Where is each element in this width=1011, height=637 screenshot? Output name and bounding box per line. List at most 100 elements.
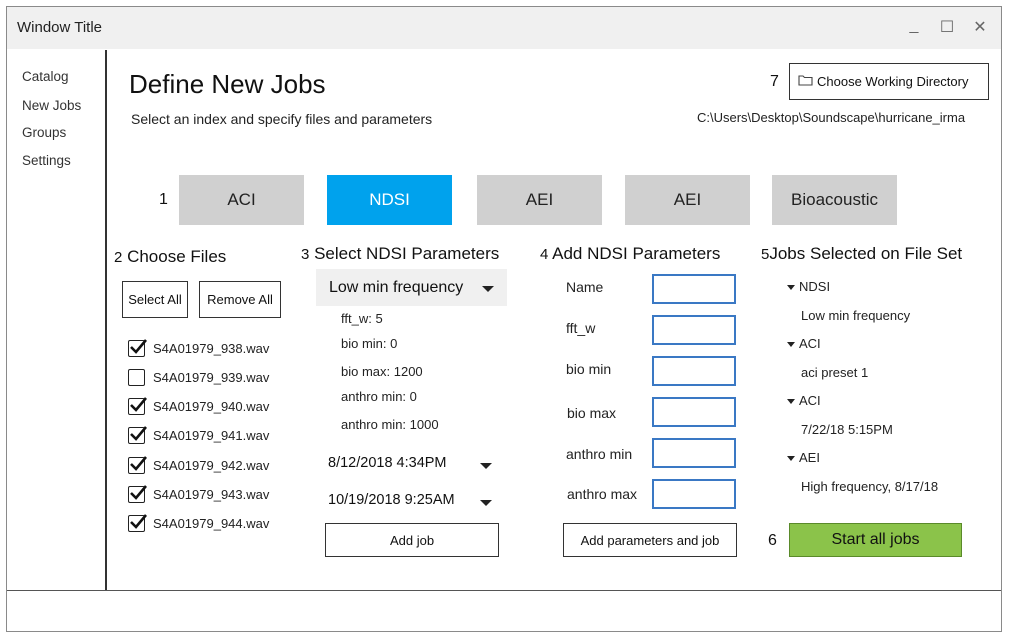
- job-index: AEI: [799, 450, 820, 465]
- preset-dropdown[interactable]: Low min frequency: [316, 269, 507, 306]
- start-all-jobs-button[interactable]: Start all jobs: [789, 523, 962, 557]
- start-date-picker[interactable]: 8/12/2018 4:34PM: [328, 455, 447, 471]
- marker-3: 3: [301, 246, 310, 263]
- add-params-heading-label: Add NDSI Parameters: [552, 244, 721, 263]
- file-checkbox[interactable]: [128, 485, 147, 503]
- bio-min-field[interactable]: [652, 356, 736, 386]
- select-params-heading: 3 Select NDSI Parameters: [301, 244, 499, 264]
- marker-1: 1: [159, 191, 168, 208]
- marker-4: 4: [540, 246, 549, 263]
- marker-7: 7: [770, 73, 779, 90]
- close-icon[interactable]: ✕: [970, 17, 990, 37]
- tab-ndsi[interactable]: NDSI: [327, 175, 452, 225]
- caret-down-icon: [787, 342, 795, 348]
- file-name: S4A01979_944.wav: [153, 516, 270, 531]
- param-detail: anthro min: 1000: [341, 417, 439, 432]
- anthro-max-field[interactable]: [652, 479, 736, 509]
- file-name: S4A01979_942.wav: [153, 458, 270, 473]
- tab-aei[interactable]: AEI: [477, 175, 602, 225]
- working-directory-path: C:\Users\Desktop\Soundscape\hurricane_ir…: [697, 110, 966, 125]
- tab-aei-2[interactable]: AEI: [625, 175, 750, 225]
- file-checkbox[interactable]: [128, 456, 147, 474]
- status-bar-divider: [7, 590, 1001, 591]
- sidebar-divider: [105, 50, 107, 590]
- fft-w-field[interactable]: [652, 315, 736, 345]
- name-label: Name: [566, 279, 604, 295]
- jobs-heading: 5Jobs Selected on File Set: [761, 244, 962, 264]
- fft-w-label: fft_w: [566, 320, 596, 336]
- job-group[interactable]: NDSI: [787, 279, 830, 294]
- caret-down-icon: [787, 285, 795, 291]
- chevron-down-icon[interactable]: [480, 463, 492, 469]
- sidebar-item-catalog[interactable]: Catalog: [22, 69, 69, 84]
- file-checkbox[interactable]: [128, 514, 147, 532]
- job-detail: Low min frequency: [801, 308, 911, 323]
- file-row[interactable]: S4A01979_940.wav: [128, 397, 270, 415]
- add-job-button[interactable]: Add job: [325, 523, 499, 557]
- folder-icon: [798, 74, 813, 89]
- select-all-button[interactable]: Select All: [122, 281, 188, 318]
- maximize-icon[interactable]: ☐: [937, 17, 957, 37]
- job-index: ACI: [799, 336, 821, 351]
- sidebar-item-settings[interactable]: Settings: [22, 153, 71, 168]
- param-detail: fft_w: 5: [341, 311, 383, 326]
- page-title: Define New Jobs: [129, 69, 326, 99]
- file-row[interactable]: S4A01979_942.wav: [128, 456, 270, 474]
- file-name: S4A01979_939.wav: [153, 370, 270, 385]
- param-detail: anthro min: 0: [341, 389, 417, 404]
- bio-min-label: bio min: [566, 361, 612, 377]
- page-subtitle: Select an index and specify files and pa…: [131, 111, 433, 127]
- file-row[interactable]: S4A01979_938.wav: [128, 339, 270, 357]
- tab-aci[interactable]: ACI: [179, 175, 304, 225]
- job-group[interactable]: AEI: [787, 450, 820, 465]
- file-checkbox[interactable]: [128, 397, 147, 415]
- start-date-value: 8/12/2018 4:34PM: [328, 455, 447, 471]
- file-row[interactable]: S4A01979_939.wav: [128, 369, 269, 386]
- choose-working-directory-button[interactable]: Choose Working Directory: [789, 63, 989, 100]
- file-name: S4A01979_940.wav: [153, 399, 270, 414]
- remove-all-button[interactable]: Remove All: [199, 281, 281, 318]
- file-name: S4A01979_941.wav: [153, 428, 270, 443]
- bio-max-label: bio max: [567, 405, 617, 421]
- anthro-min-field[interactable]: [652, 438, 736, 468]
- job-detail: aci preset 1: [801, 365, 869, 380]
- name-field[interactable]: [652, 274, 736, 304]
- job-group[interactable]: ACI: [787, 336, 821, 351]
- file-row[interactable]: S4A01979_941.wav: [128, 426, 270, 444]
- caret-down-icon: [787, 456, 795, 462]
- chevron-down-icon[interactable]: [480, 500, 492, 506]
- end-date-value: 10/19/2018 9:25AM: [328, 492, 455, 508]
- minimize-icon[interactable]: _: [904, 17, 924, 35]
- file-checkbox[interactable]: [128, 339, 147, 357]
- add-params-heading: 4 Add NDSI Parameters: [540, 244, 720, 264]
- files-section-heading: 2 Choose Files: [114, 247, 226, 267]
- end-date-picker[interactable]: 10/19/2018 9:25AM: [328, 492, 455, 508]
- app-window: Window Title _ ☐ ✕ Catalog New Jobs Grou…: [6, 6, 1002, 632]
- param-detail: bio max: 1200: [341, 364, 423, 379]
- file-row[interactable]: S4A01979_943.wav: [128, 485, 270, 503]
- file-checkbox[interactable]: [128, 369, 145, 386]
- anthro-min-label: anthro min: [566, 446, 633, 462]
- param-detail: bio min: 0: [341, 336, 398, 351]
- file-name: S4A01979_938.wav: [153, 341, 270, 356]
- window-title: Window Title: [17, 19, 103, 36]
- anthro-max-label: anthro max: [567, 486, 638, 502]
- job-index: ACI: [799, 393, 821, 408]
- job-index: NDSI: [799, 279, 831, 294]
- preset-dropdown-value: Low min frequency: [329, 278, 464, 296]
- tab-bioacoustic[interactable]: Bioacoustic: [772, 175, 897, 225]
- files-heading-label: Choose Files: [127, 247, 227, 266]
- sidebar-item-groups[interactable]: Groups: [22, 125, 66, 140]
- select-params-heading-label: Select NDSI Parameters: [314, 244, 500, 263]
- add-parameters-and-job-button[interactable]: Add parameters and job: [563, 523, 737, 557]
- bio-max-field[interactable]: [652, 397, 736, 427]
- title-bar: Window Title _ ☐ ✕: [7, 7, 1001, 49]
- file-checkbox[interactable]: [128, 426, 147, 444]
- choose-working-directory-label: Choose Working Directory: [817, 74, 969, 89]
- job-detail: High frequency, 8/17/18: [801, 479, 939, 494]
- marker-6: 6: [768, 532, 777, 549]
- job-group[interactable]: ACI: [787, 393, 821, 408]
- sidebar-item-new-jobs[interactable]: New Jobs: [22, 98, 81, 113]
- file-name: S4A01979_943.wav: [153, 487, 270, 502]
- file-row[interactable]: S4A01979_944.wav: [128, 514, 270, 532]
